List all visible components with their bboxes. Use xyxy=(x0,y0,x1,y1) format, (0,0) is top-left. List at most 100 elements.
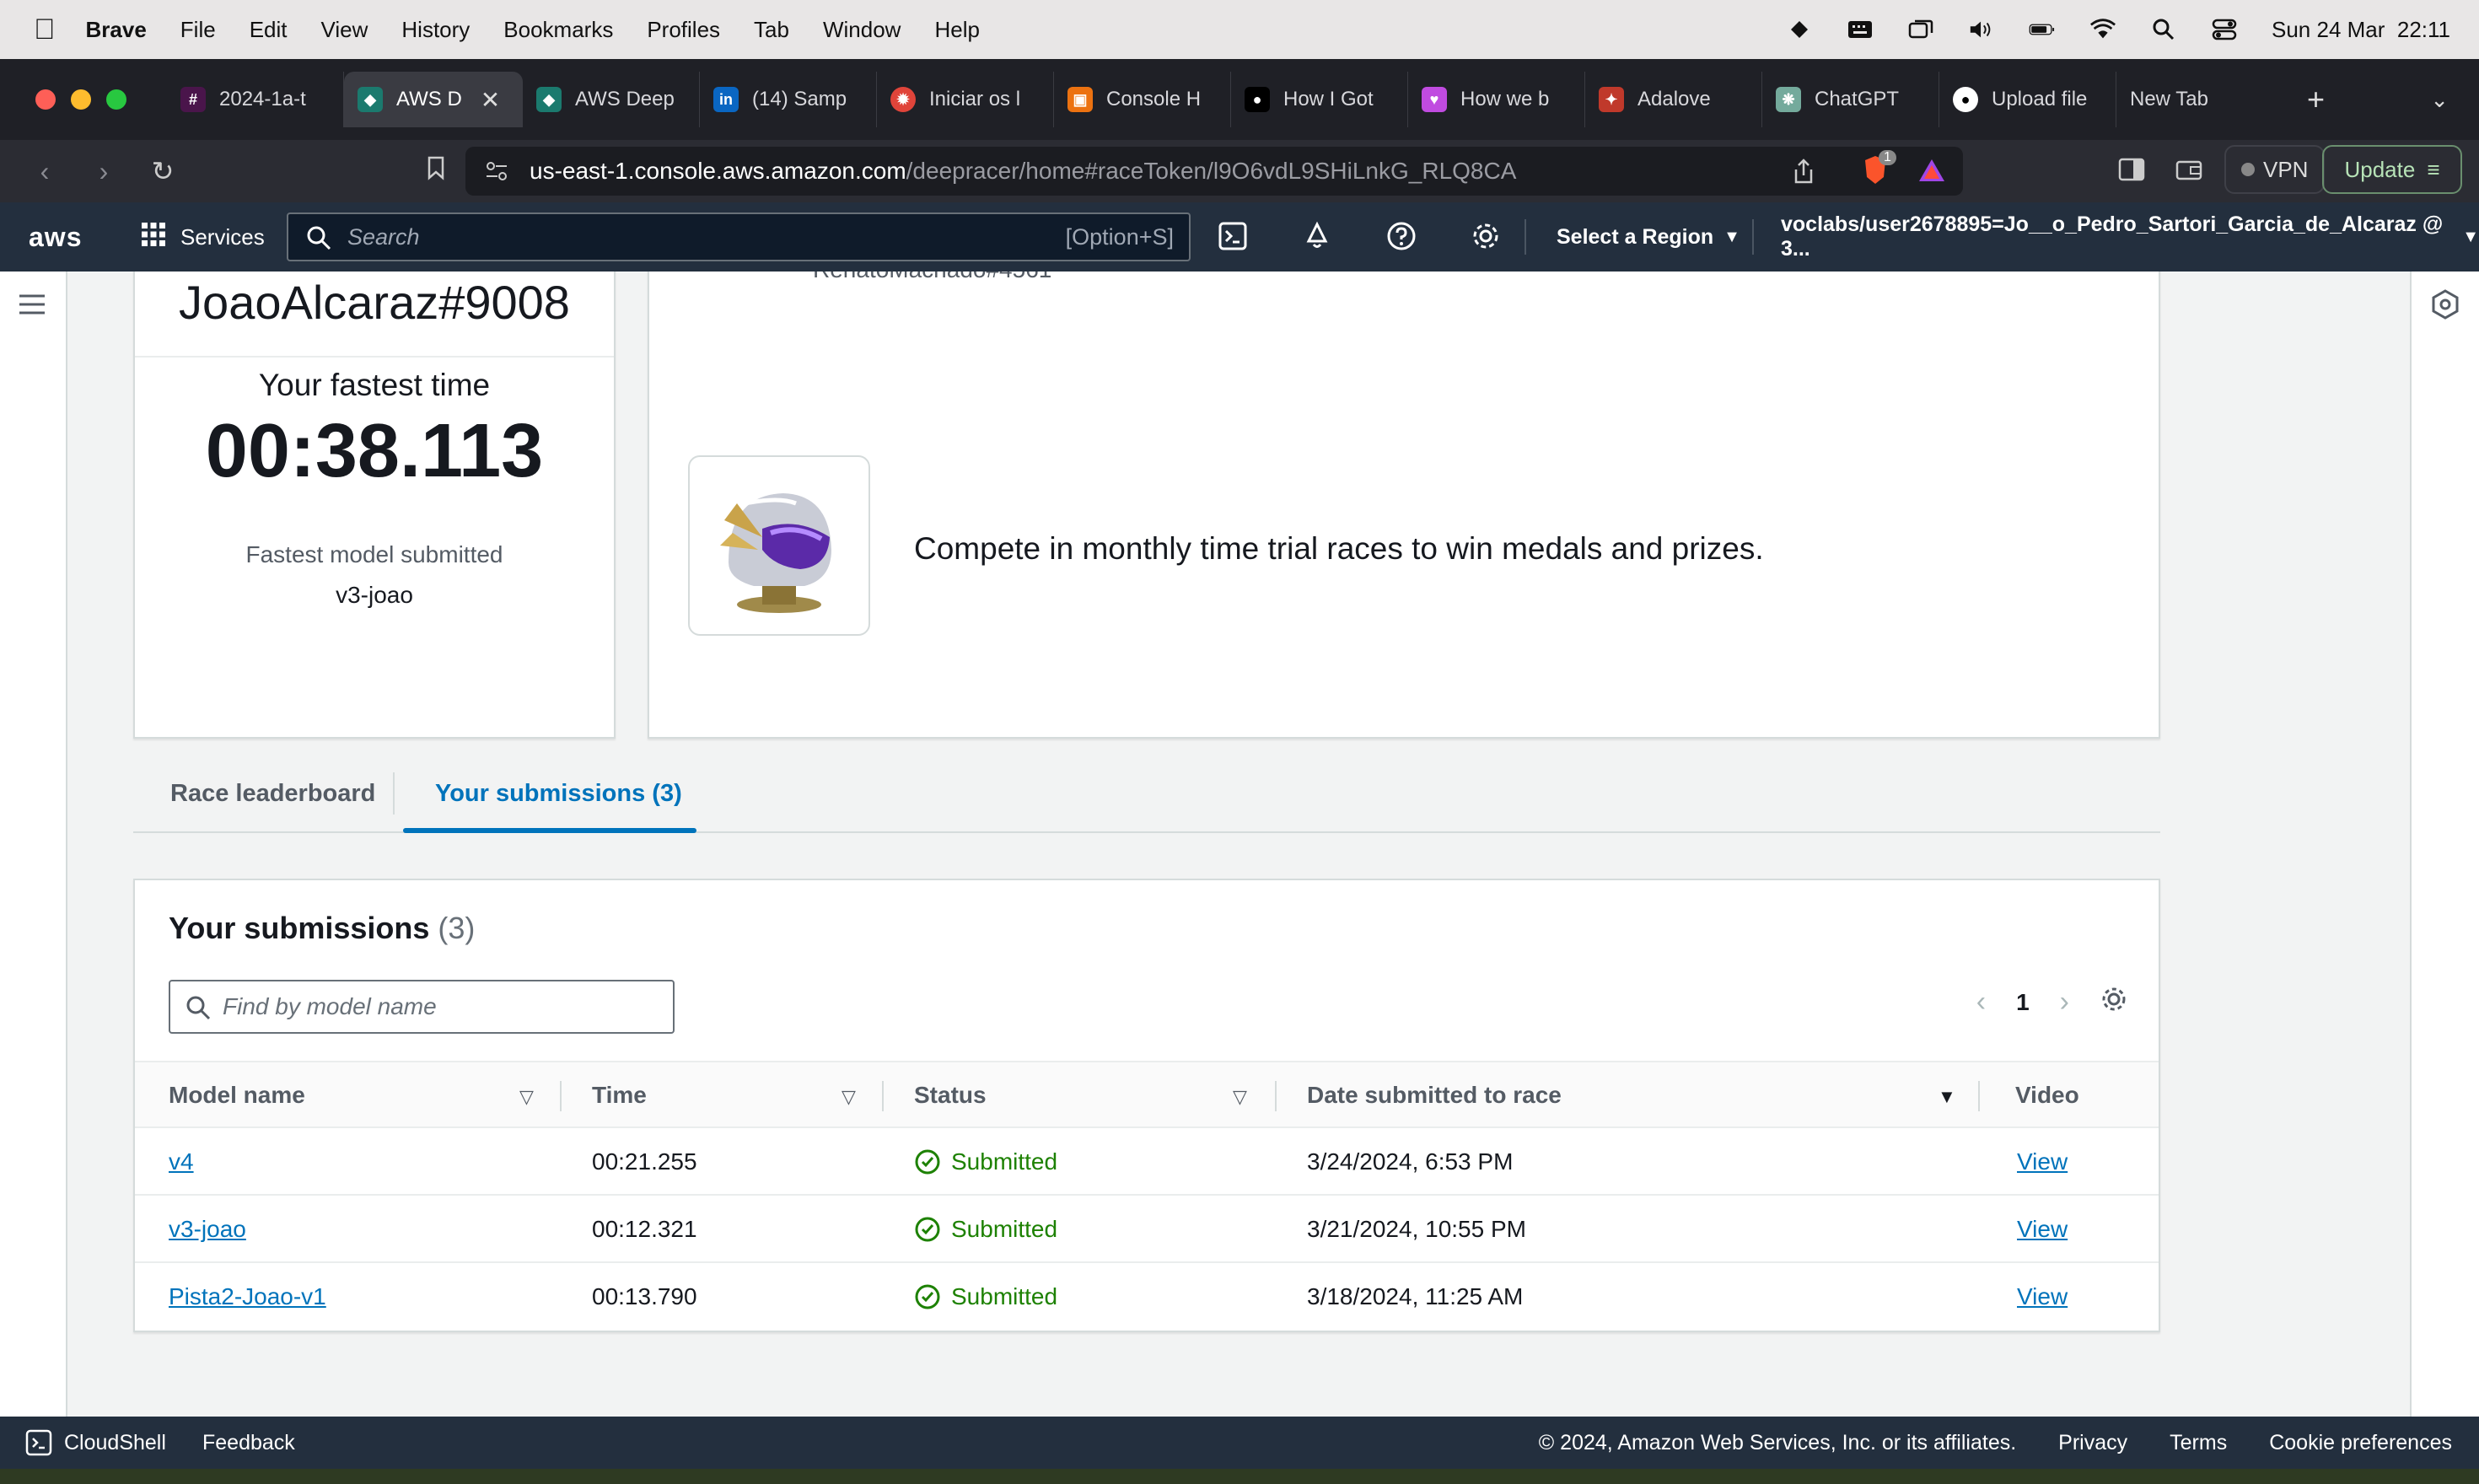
browser-tab[interactable]: ✹ Iniciar os l xyxy=(877,72,1054,127)
column-date-submitted[interactable]: Date submitted to race xyxy=(1307,1062,1562,1128)
browser-tab-active[interactable]: ◆ AWS D ✕ xyxy=(344,72,523,127)
browser-tab[interactable]: # 2024-1a-t xyxy=(167,72,344,127)
share-icon[interactable] xyxy=(1791,157,1816,191)
account-menu[interactable]: voclabs/user2678895=Jo__o_Pedro_Sartori_… xyxy=(1781,202,2479,272)
cloudshell-button[interactable]: CloudShell xyxy=(25,1429,166,1456)
volume-icon[interactable] xyxy=(1968,19,1995,40)
desktop-dock-edge xyxy=(0,1469,2479,1484)
view-video-link[interactable]: View xyxy=(2017,1128,2068,1196)
console-search-input[interactable]: Search [Option+S] xyxy=(287,212,1191,261)
browser-tab[interactable]: ▣ Console H xyxy=(1054,72,1231,127)
menu-history[interactable]: History xyxy=(401,17,470,43)
browser-tab[interactable]: in (14) Samp xyxy=(700,72,877,127)
sort-desc-icon[interactable]: ▼ xyxy=(1938,1086,1956,1108)
copyright-text: © 2024, Amazon Web Services, Inc. or its… xyxy=(1538,1430,2017,1454)
clock[interactable]: Sun 24 Mar 22:11 xyxy=(2272,17,2450,43)
browser-tab[interactable]: ◆ AWS Deep xyxy=(523,72,700,127)
keyboard-icon[interactable] xyxy=(1847,19,1874,40)
cloudshell-icon[interactable] xyxy=(1216,219,1250,253)
menu-file[interactable]: File xyxy=(180,17,216,43)
tab-race-leaderboard[interactable]: Race leaderboard xyxy=(170,754,375,833)
next-page-icon[interactable]: › xyxy=(2060,986,2069,1019)
browser-tab[interactable]: ❋ ChatGPT xyxy=(1762,72,1939,127)
model-link[interactable]: Pista2-Joao-v1 xyxy=(169,1263,326,1331)
menu-tab[interactable]: Tab xyxy=(754,17,789,43)
browser-tab[interactable]: ● How I Got xyxy=(1231,72,1408,127)
column-status[interactable]: Status xyxy=(914,1062,987,1128)
terms-link[interactable]: Terms xyxy=(2170,1431,2227,1455)
close-tab-icon[interactable]: ✕ xyxy=(481,86,500,114)
macos-menubar:  Brave File Edit View History Bookmarks… xyxy=(0,0,2479,59)
time-cell: 00:13.790 xyxy=(592,1283,697,1309)
column-model-name[interactable]: Model name xyxy=(169,1062,305,1128)
success-check-icon xyxy=(915,1284,940,1309)
model-link[interactable]: v3-joao xyxy=(169,1196,246,1263)
browser-tab[interactable]: New Tab xyxy=(2116,72,2277,127)
control-center-icon[interactable] xyxy=(2211,19,2238,40)
browser-tab[interactable]: ✦ Adalove xyxy=(1585,72,1762,127)
vpn-button[interactable]: VPN xyxy=(2224,145,2326,194)
find-model-input[interactable]: Find by model name xyxy=(169,980,675,1034)
close-window-button[interactable] xyxy=(35,89,56,110)
column-time[interactable]: Time xyxy=(592,1062,647,1128)
medium-icon: ● xyxy=(1245,87,1270,112)
new-tab-icon[interactable]: + xyxy=(2307,82,2325,117)
browser-tab[interactable]: ♥ How we b xyxy=(1408,72,1585,127)
menu-edit[interactable]: Edit xyxy=(250,17,288,43)
browser-tab[interactable]: ● Upload file xyxy=(1939,72,2116,127)
battery-icon[interactable] xyxy=(2029,19,2056,40)
bookmark-icon[interactable] xyxy=(422,155,450,187)
browser-toolbar: ‹ › ↻ us-east-1.console.aws.amazon.com/d… xyxy=(0,140,2479,202)
screens-icon[interactable] xyxy=(1907,19,1934,40)
services-menu[interactable]: Services xyxy=(140,221,265,254)
table-settings-icon[interactable] xyxy=(2100,985,2128,1019)
privacy-link[interactable]: Privacy xyxy=(2058,1431,2127,1455)
feedback-link[interactable]: Feedback xyxy=(202,1431,295,1455)
menu-profiles[interactable]: Profiles xyxy=(647,17,720,43)
tab-label: Iniciar os l xyxy=(929,88,1021,110)
menu-help[interactable]: Help xyxy=(934,17,979,43)
spotlight-icon[interactable] xyxy=(2150,19,2177,40)
extension-icon[interactable] xyxy=(1786,19,1813,40)
back-icon[interactable]: ‹ xyxy=(30,156,59,187)
race-promo-card: RenatoMachado#4561 Compete in monthly ti… xyxy=(648,272,2160,739)
settings-icon[interactable] xyxy=(1469,219,1503,253)
tab-your-submissions[interactable]: Your submissions (3) xyxy=(435,754,682,833)
sort-icon[interactable]: ▽ xyxy=(519,1086,534,1108)
zoom-window-button[interactable] xyxy=(106,89,126,110)
apple-icon[interactable]:  xyxy=(34,13,56,46)
reload-icon[interactable]: ↻ xyxy=(148,155,177,187)
help-icon[interactable] xyxy=(1385,219,1418,253)
sidebar-toggle-icon[interactable] xyxy=(2118,157,2145,186)
current-page[interactable]: 1 xyxy=(2016,989,2030,1016)
cookie-preferences-link[interactable]: Cookie preferences xyxy=(2269,1431,2452,1455)
site-settings-icon[interactable] xyxy=(484,159,509,190)
prev-page-icon[interactable]: ‹ xyxy=(1976,986,1986,1019)
sort-icon[interactable]: ▽ xyxy=(1233,1086,1247,1108)
forward-icon[interactable]: › xyxy=(89,156,118,187)
menu-bookmarks[interactable]: Bookmarks xyxy=(503,17,613,43)
update-button[interactable]: Update ≡ xyxy=(2322,145,2462,194)
brave-shields-icon[interactable]: 1 xyxy=(1860,150,1896,187)
notifications-icon[interactable] xyxy=(1300,219,1334,253)
app-menu[interactable]: Brave xyxy=(86,17,147,43)
view-video-link[interactable]: View xyxy=(2017,1263,2068,1331)
aws-logo[interactable]: aws xyxy=(29,222,88,253)
racer-name: JoaoAlcaraz#9008 xyxy=(135,272,614,358)
menu-view[interactable]: View xyxy=(321,17,368,43)
wifi-icon[interactable] xyxy=(2089,19,2116,40)
sort-icon[interactable]: ▽ xyxy=(842,1086,856,1108)
menu-window[interactable]: Window xyxy=(823,17,901,43)
hexagon-info-icon[interactable] xyxy=(2430,288,2460,325)
grid-icon xyxy=(140,221,167,254)
brave-rewards-icon[interactable] xyxy=(1917,157,1946,190)
chevron-down-icon[interactable]: ⌄ xyxy=(2430,87,2449,113)
url-host: us-east-1.console.aws.amazon.com xyxy=(530,158,906,184)
minimize-window-button[interactable] xyxy=(71,89,91,110)
region-selector[interactable]: Select a Region ▼ xyxy=(1557,202,1740,272)
view-video-link[interactable]: View xyxy=(2017,1196,2068,1263)
wallet-icon[interactable] xyxy=(2175,157,2202,186)
address-bar[interactable]: us-east-1.console.aws.amazon.com/deeprac… xyxy=(465,147,1963,196)
hamburger-menu-icon[interactable] xyxy=(17,292,47,321)
model-link[interactable]: v4 xyxy=(169,1128,194,1196)
